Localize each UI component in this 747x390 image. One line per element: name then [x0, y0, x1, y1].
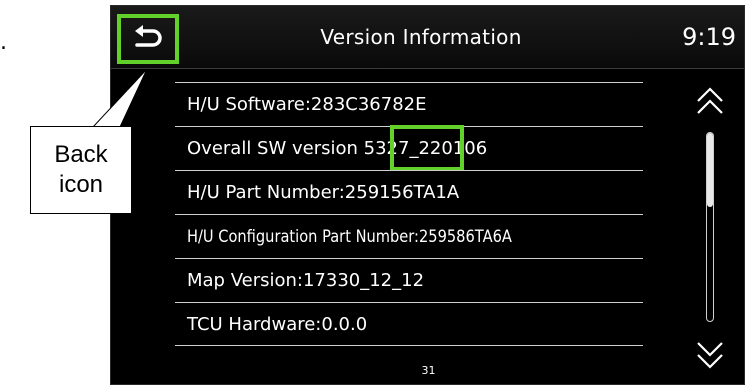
callout-box: Back icon [30, 126, 132, 214]
scrollbar-thumb[interactable] [707, 133, 713, 207]
highlight-box [390, 125, 464, 171]
double-chevron-up-icon [697, 87, 723, 114]
page: . Version Information 9:19 H/U Software:… [0, 0, 747, 390]
list-item-label: H/U Software:283C36782E [187, 94, 427, 115]
list-item-label: H/U Configuration Part Number:259586TA6A [187, 226, 512, 247]
callout-text: Back [54, 141, 108, 168]
list-item-hu-software[interactable]: H/U Software:283C36782E [175, 82, 643, 126]
page-number: 31 [421, 364, 436, 377]
list-item-hu-configuration-part-number[interactable]: H/U Configuration Part Number:259586TA6A [175, 214, 643, 258]
list-item-label: TCU Hardware:0.0.0 [187, 313, 368, 335]
callout-text: icon [58, 171, 104, 198]
clock: 9:19 [682, 23, 736, 51]
list-item-hu-part-number[interactable]: H/U Part Number:259156TA1A [175, 170, 643, 214]
back-arrow-icon [135, 25, 162, 47]
infotainment-screen: Version Information 9:19 H/U Software:28… [110, 5, 745, 385]
list-item-overall-sw-version[interactable]: Overall SW version 5327_220106 [175, 125, 643, 171]
header-bar: Version Information 9:19 [111, 6, 744, 69]
list-item-map-version[interactable]: Map Version:17330_12_12 [175, 258, 643, 302]
stray-mark: . [0, 30, 7, 55]
list-item-tcu-hardware[interactable]: TCU Hardware:0.0.0 [175, 302, 643, 346]
page-title: Version Information [320, 25, 522, 49]
scroll-up-button[interactable] [695, 84, 725, 120]
back-button[interactable] [117, 14, 179, 64]
list-item-label: H/U Part Number:259156TA1A [187, 182, 460, 203]
version-list: H/U Software:283C36782E Overall SW versi… [175, 82, 643, 346]
list-item-label: Map Version:17330_12_12 [187, 270, 425, 291]
